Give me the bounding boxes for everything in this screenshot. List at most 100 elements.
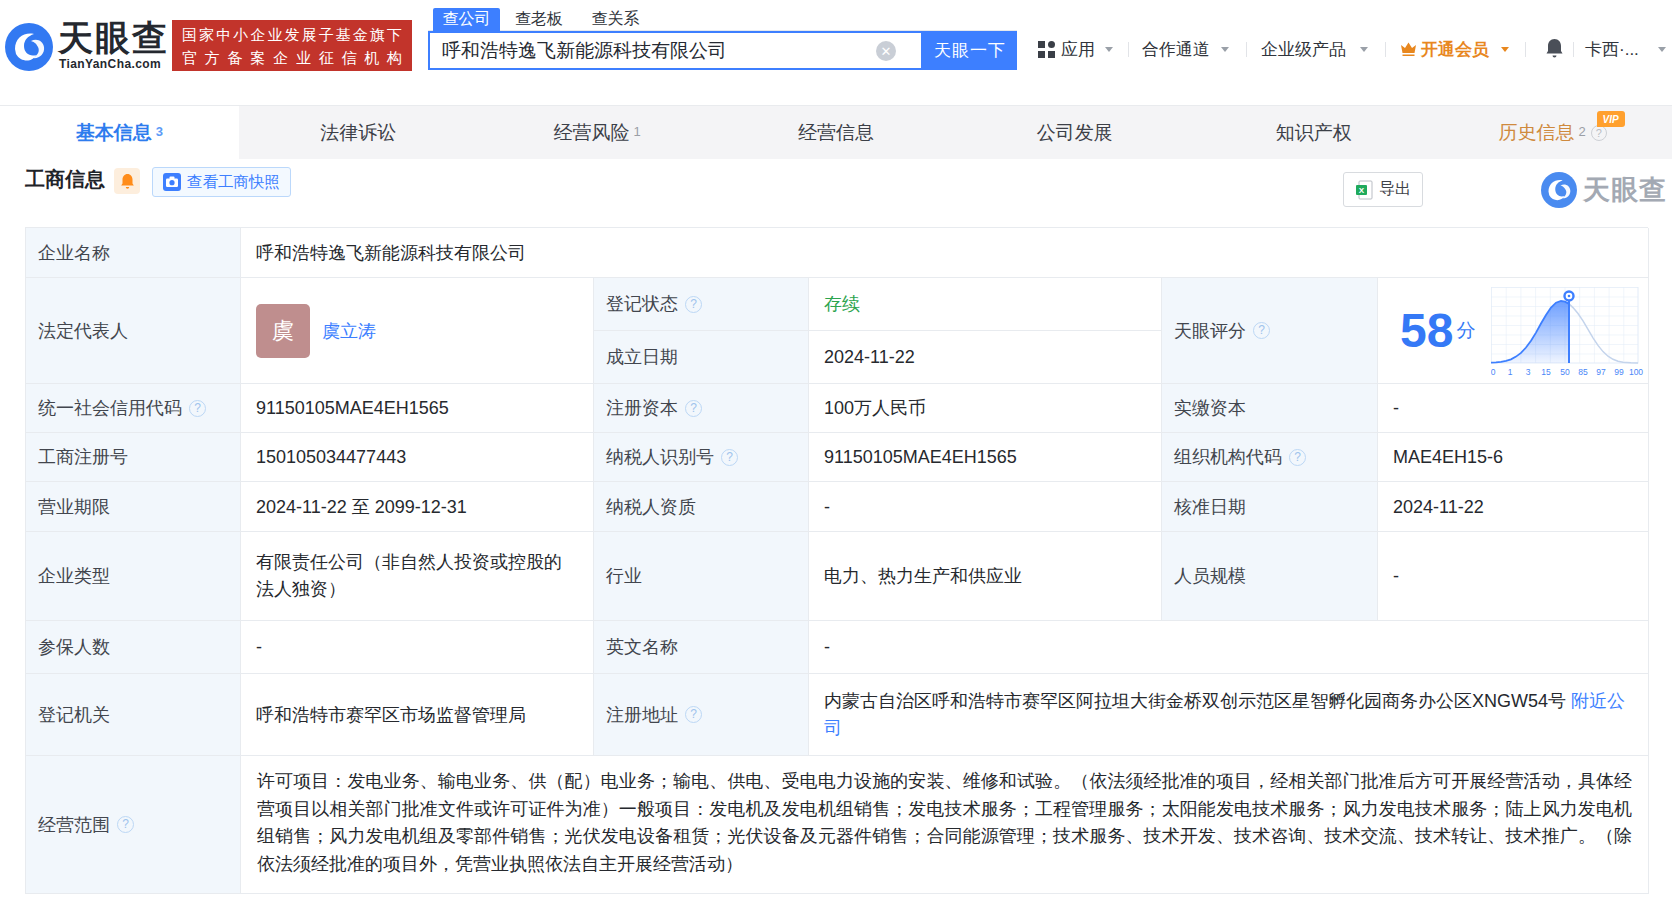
field-company-type-value: 有限责任公司（非自然人投资或控股的法人独资） bbox=[241, 532, 594, 621]
tab-count: 3 bbox=[156, 124, 163, 139]
legal-rep-link[interactable]: 虞立涛 bbox=[322, 318, 376, 344]
chevron-down-icon bbox=[1360, 47, 1368, 52]
svg-text:99: 99 bbox=[1615, 367, 1625, 377]
help-icon[interactable]: ? bbox=[117, 816, 134, 833]
field-company-name-value: 呼和浩特逸飞新能源科技有限公司 bbox=[241, 228, 1649, 278]
field-english-name-value: - bbox=[809, 621, 1649, 674]
clear-search-icon[interactable]: ✕ bbox=[876, 41, 896, 61]
help-icon[interactable]: ? bbox=[1253, 322, 1270, 339]
field-approval-date-label: 核准日期 bbox=[1162, 482, 1378, 532]
detail-nav-tabs: 基本信息 3 法律诉讼 经营风险 1 经营信息 公司发展 知识产权 历史信息 2… bbox=[0, 105, 1672, 159]
search-input[interactable]: 呼和浩特逸飞新能源科技有限公司 bbox=[428, 31, 923, 70]
crown-icon bbox=[1400, 41, 1417, 56]
business-info-table: 企业名称 呼和浩特逸飞新能源科技有限公司 法定代表人 虞 虞立涛 登记状态? 存… bbox=[25, 227, 1648, 894]
help-icon[interactable]: ? bbox=[189, 400, 206, 417]
field-org-code-label: 组织机构代码? bbox=[1162, 433, 1378, 482]
field-reg-number-value: 150105034477443 bbox=[241, 433, 594, 482]
tianyancha-logo-icon bbox=[1541, 172, 1577, 208]
field-reg-address-value: 内蒙古自治区呼和浩特市赛罕区阿拉坦大街金桥双创示范区星智孵化园商务办公区XNGW… bbox=[809, 674, 1649, 756]
help-icon[interactable]: ? bbox=[685, 706, 702, 723]
svg-text:15: 15 bbox=[1542, 367, 1552, 377]
subscribe-bell-icon[interactable] bbox=[114, 168, 140, 194]
tab-business-info[interactable]: 经营信息 bbox=[717, 106, 956, 159]
chevron-down-icon bbox=[1501, 47, 1509, 52]
help-icon[interactable]: ? bbox=[685, 400, 702, 417]
chevron-down-icon bbox=[1105, 47, 1113, 52]
tab-count: 2 bbox=[1578, 124, 1585, 139]
field-tyc-score-value[interactable]: 58 分 0 1 3 15 bbox=[1378, 278, 1649, 384]
field-company-type-label: 企业类型 bbox=[26, 532, 241, 621]
field-establish-date-label: 成立日期 bbox=[594, 331, 809, 384]
field-paid-capital-value: - bbox=[1378, 384, 1649, 433]
field-insured-count-value: - bbox=[241, 621, 594, 674]
field-tyc-score-label: 天眼评分? bbox=[1162, 278, 1378, 384]
field-reg-authority-label: 登记机关 bbox=[26, 674, 241, 756]
excel-icon: X bbox=[1355, 180, 1373, 200]
username[interactable]: 卡西·... bbox=[1585, 39, 1639, 61]
field-legal-rep-label: 法定代表人 bbox=[26, 278, 241, 384]
tianyancha-logo-icon[interactable] bbox=[5, 23, 53, 71]
svg-text:1: 1 bbox=[1508, 367, 1513, 377]
help-icon[interactable]: ? bbox=[721, 449, 738, 466]
help-icon[interactable]: ? bbox=[1289, 449, 1306, 466]
logo-title[interactable]: 天眼查 bbox=[58, 20, 169, 56]
tab-intellectual-property[interactable]: 知识产权 bbox=[1194, 106, 1433, 159]
field-business-term-label: 营业期限 bbox=[26, 482, 241, 532]
score-unit: 分 bbox=[1456, 318, 1475, 344]
field-credit-code-value: 91150105MAE4EH1565 bbox=[241, 384, 594, 433]
search-button[interactable]: 天眼一下 bbox=[923, 31, 1017, 70]
badge-line1: 国家中小企业发展子基金旗下 bbox=[182, 23, 402, 46]
field-establish-date-value: 2024-11-22 bbox=[809, 331, 1162, 384]
legal-rep-avatar[interactable]: 虞 bbox=[256, 304, 310, 358]
chevron-down-icon bbox=[1658, 47, 1666, 52]
camera-icon bbox=[163, 173, 181, 191]
tab-history-info[interactable]: 历史信息 2 ? VIP bbox=[1433, 106, 1672, 159]
notification-bell-icon[interactable] bbox=[1546, 38, 1563, 58]
menu-divider bbox=[1385, 42, 1386, 57]
field-staff-size-value: - bbox=[1378, 532, 1649, 621]
search-tab-company[interactable]: 查公司 bbox=[433, 8, 500, 31]
menu-vip-upgrade[interactable]: 开通会员 bbox=[1421, 39, 1489, 61]
tab-business-risk[interactable]: 经营风险 1 bbox=[478, 106, 717, 159]
export-button[interactable]: X 导出 bbox=[1343, 172, 1423, 207]
tab-legal-proceedings[interactable]: 法律诉讼 bbox=[239, 106, 478, 159]
field-business-term-value: 2024-11-22 至 2099-12-31 bbox=[241, 482, 594, 532]
search-tab-relation[interactable]: 查关系 bbox=[587, 8, 644, 31]
section-title: 工商信息 bbox=[25, 166, 105, 193]
chevron-down-icon bbox=[1221, 47, 1229, 52]
svg-text:50: 50 bbox=[1561, 367, 1571, 377]
help-icon[interactable]: ? bbox=[685, 296, 702, 313]
tab-count: 1 bbox=[634, 124, 641, 139]
tab-company-development[interactable]: 公司发展 bbox=[955, 106, 1194, 159]
field-credit-code-label: 统一社会信用代码? bbox=[26, 384, 241, 433]
search-tab-boss[interactable]: 查老板 bbox=[508, 8, 570, 31]
svg-text:85: 85 bbox=[1579, 367, 1589, 377]
menu-cooperation[interactable]: 合作通道 bbox=[1142, 39, 1210, 61]
field-industry-value: 电力、热力生产和供应业 bbox=[809, 532, 1162, 621]
field-reg-number-label: 工商注册号 bbox=[26, 433, 241, 482]
score-distribution-chart: 0 1 3 15 50 85 97 99 100 bbox=[1491, 287, 1644, 379]
field-staff-size-label: 人员规模 bbox=[1162, 532, 1378, 621]
menu-apps[interactable]: 应用 bbox=[1061, 39, 1095, 61]
search-input-value: 呼和浩特逸飞新能源科技有限公司 bbox=[442, 38, 727, 64]
field-approval-date-value: 2024-11-22 bbox=[1378, 482, 1649, 532]
field-legal-rep-value: 虞 虞立涛 bbox=[241, 278, 594, 384]
menu-enterprise-products[interactable]: 企业级产品 bbox=[1261, 39, 1346, 61]
svg-text:97: 97 bbox=[1597, 367, 1607, 377]
field-reg-capital-value: 100万人民币 bbox=[809, 384, 1162, 433]
field-taxpayer-id-label: 纳税人识别号? bbox=[594, 433, 809, 482]
field-org-code-value: MAE4EH15-6 bbox=[1378, 433, 1649, 482]
vip-badge: VIP bbox=[1597, 111, 1625, 127]
field-business-scope-label: 经营范围? bbox=[26, 756, 241, 894]
field-taxpayer-quality-label: 纳税人资质 bbox=[594, 482, 809, 532]
menu-divider bbox=[1246, 42, 1247, 57]
tab-basic-info[interactable]: 基本信息 3 bbox=[0, 106, 239, 159]
field-paid-capital-label: 实缴资本 bbox=[1162, 384, 1378, 433]
field-industry-label: 行业 bbox=[594, 532, 809, 621]
view-snapshot-button[interactable]: 查看工商快照 bbox=[152, 167, 291, 197]
menu-divider bbox=[1128, 42, 1129, 57]
field-reg-authority-value: 呼和浩特市赛罕区市场监督管理局 bbox=[241, 674, 594, 756]
field-company-name-label: 企业名称 bbox=[26, 228, 241, 278]
certification-badge: 国家中小企业发展子基金旗下 官方备案企业征信机构 bbox=[172, 20, 412, 71]
svg-text:0: 0 bbox=[1491, 367, 1496, 377]
